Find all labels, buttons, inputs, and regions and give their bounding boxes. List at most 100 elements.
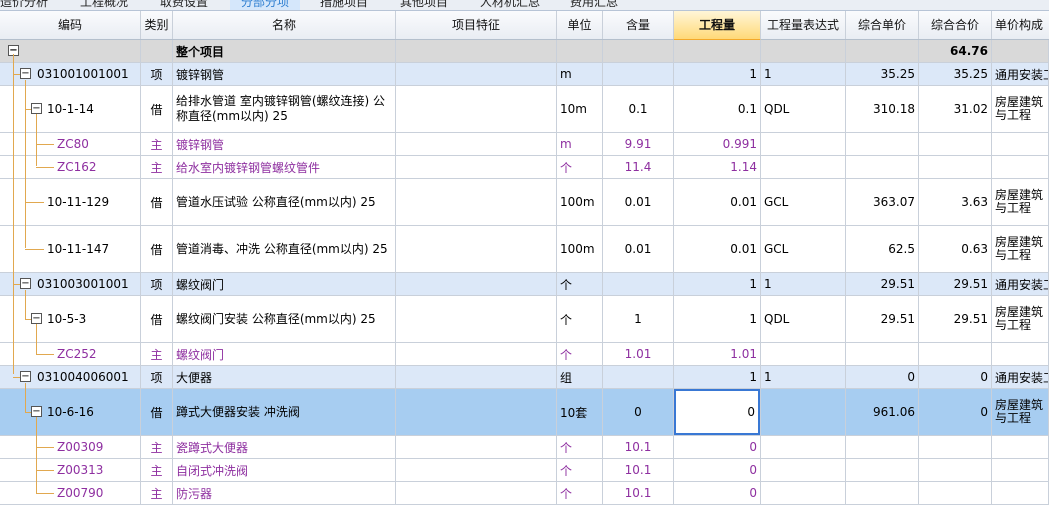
row-quantity[interactable]: 1.14 xyxy=(674,156,761,178)
row-quantity[interactable]: 1 xyxy=(674,63,761,85)
tree-line xyxy=(36,470,54,471)
row-quantity[interactable]: 0.01 xyxy=(674,179,761,225)
table-row[interactable]: 10-5-3 − 借 螺纹阀门安装 公称直径(mm以内) 25 个 1 1 QD… xyxy=(0,296,1049,343)
row-code: Z00309 xyxy=(0,436,141,458)
tab-fee-summary[interactable]: 费用汇总 xyxy=(570,0,630,10)
table-row[interactable]: Z00309 主 瓷蹲式大便器 个 10.1 0 xyxy=(0,436,1049,459)
table-row[interactable]: 10-11-147 借 管道消毒、冲洗 公称直径(mm以内) 25 100m 0… xyxy=(0,226,1049,273)
row-quantity[interactable]: 1 xyxy=(674,273,761,295)
col-unit-price[interactable]: 综合单价 xyxy=(846,11,919,39)
collapse-icon[interactable]: − xyxy=(31,406,42,417)
tree-line xyxy=(25,412,31,413)
row-quantity[interactable]: 0.1 xyxy=(674,86,761,132)
row-code: Z00790 xyxy=(0,482,141,504)
col-unit[interactable]: 单位 xyxy=(557,11,603,39)
row-quantity-expr[interactable]: QDL xyxy=(761,296,846,342)
row-code: 10-5-3 xyxy=(0,296,141,342)
col-content[interactable]: 含量 xyxy=(603,11,674,39)
collapse-icon[interactable]: − xyxy=(20,68,31,79)
col-quantity[interactable]: 工程量 xyxy=(674,11,761,41)
collapse-icon[interactable]: − xyxy=(20,278,31,289)
collapse-icon[interactable]: − xyxy=(31,313,42,324)
row-content: 10.1 xyxy=(603,459,674,481)
row-quantity[interactable]: 0 xyxy=(674,459,761,481)
table-row[interactable]: ZC252 主 螺纹阀门 个 1.01 1.01 xyxy=(0,343,1049,366)
row-content: 10.1 xyxy=(603,482,674,504)
col-name[interactable]: 名称 xyxy=(173,11,396,39)
row-quantity-expr[interactable]: 1 xyxy=(761,273,846,295)
row-content: 0 xyxy=(603,389,674,435)
table-row[interactable]: 031004006001 − 项 大便器 组 1 1 0 0 通用安装工 xyxy=(0,366,1049,389)
row-quantity[interactable]: 1 xyxy=(674,366,761,388)
tab-cost-analysis[interactable]: 造价分析 xyxy=(0,0,60,10)
tab-project-overview[interactable]: 工程概况 xyxy=(80,0,140,10)
row-type: 主 xyxy=(141,133,173,155)
row-unit: 个 xyxy=(557,343,603,365)
table-row[interactable]: ZC162 主 给水室内镀锌钢管螺纹管件 个 11.4 1.14 xyxy=(0,156,1049,179)
row-type: 主 xyxy=(141,343,173,365)
tab-labor-material-machine[interactable]: 人材机汇总 xyxy=(480,0,550,10)
row-quantity[interactable]: 1 xyxy=(674,296,761,342)
row-quantity[interactable]: 1.01 xyxy=(674,343,761,365)
table-row-selected[interactable]: 10-6-16 − 借 蹲式大便器安装 冲洗阀 10套 0 961.06 0 房… xyxy=(0,389,1049,436)
row-code: 10-6-16 xyxy=(0,389,141,435)
row-total: 0 xyxy=(919,366,992,388)
row-unit: 10m xyxy=(557,86,603,132)
collapse-icon[interactable]: − xyxy=(20,371,31,382)
row-quantity-expr[interactable]: GCL xyxy=(761,226,846,272)
row-name: 镀锌钢管 xyxy=(173,133,396,155)
col-type[interactable]: 类别 xyxy=(141,11,173,39)
table-row[interactable]: Z00313 主 自闭式冲洗阀 个 10.1 0 xyxy=(0,459,1049,482)
col-code[interactable]: 编码 xyxy=(0,11,141,39)
row-quantity[interactable]: 0 xyxy=(674,436,761,458)
row-name: 蹲式大便器安装 冲洗阀 xyxy=(173,389,396,435)
table-row[interactable]: 10-1-14 − 借 给排水管道 室内镀锌钢管(螺纹连接) 公称直径(mm以内… xyxy=(0,86,1049,133)
row-unit-price: 62.5 xyxy=(846,226,919,272)
tab-subitems[interactable]: 分部分项 xyxy=(230,0,300,10)
tree-line xyxy=(25,109,31,110)
row-name: 整个项目 xyxy=(173,40,396,62)
row-unit: m xyxy=(557,63,603,85)
row-name: 镀锌钢管 xyxy=(173,63,396,85)
row-quantity-expr[interactable]: QDL xyxy=(761,86,846,132)
row-quantity-expr[interactable]: GCL xyxy=(761,179,846,225)
row-name: 自闭式冲洗阀 xyxy=(173,459,396,481)
row-unit-price: 29.51 xyxy=(846,296,919,342)
table-row[interactable]: ZC80 主 镀锌钢管 m 9.91 0.991 xyxy=(0,133,1049,156)
row-unit-price: 0 xyxy=(846,366,919,388)
row-content: 0.01 xyxy=(603,226,674,272)
row-composition: 通用安装工 xyxy=(992,366,1049,388)
row-quantity-expr[interactable]: 1 xyxy=(761,366,846,388)
row-quantity[interactable]: 0.991 xyxy=(674,133,761,155)
tree-line xyxy=(25,319,31,320)
table-row[interactable]: 031003001001 − 项 螺纹阀门 个 1 1 29.51 29.51 … xyxy=(0,273,1049,296)
row-type: 主 xyxy=(141,436,173,458)
col-quantity-expr[interactable]: 工程量表达式 xyxy=(761,11,846,39)
table-row[interactable]: 031001001001 − 项 镀锌钢管 m 1 1 35.25 35.25 … xyxy=(0,63,1049,86)
row-type: 项 xyxy=(141,366,173,388)
row-type: 项 xyxy=(141,273,173,295)
row-name: 螺纹阀门 xyxy=(173,343,396,365)
tab-measures[interactable]: 措施项目 xyxy=(320,0,380,10)
tab-other-items[interactable]: 其他项目 xyxy=(400,0,460,10)
col-feature[interactable]: 项目特征 xyxy=(396,11,557,39)
row-unit: 100m xyxy=(557,226,603,272)
table-row[interactable]: Z00790 主 防污器 个 10.1 0 xyxy=(0,482,1049,505)
collapse-icon[interactable]: − xyxy=(31,103,42,114)
tree-line xyxy=(36,354,54,355)
col-total-price[interactable]: 综合合价 xyxy=(919,11,992,39)
tab-strip: 造价分析 工程概况 取费设置 分部分项 措施项目 其他项目 人材机汇总 费用汇总 xyxy=(0,0,1049,11)
row-total: 0.63 xyxy=(919,226,992,272)
tree-line xyxy=(25,383,26,413)
row-content xyxy=(603,63,674,85)
row-quantity-expr[interactable]: 1 xyxy=(761,63,846,85)
table-row[interactable]: 10-11-129 借 管道水压试验 公称直径(mm以内) 25 100m 0.… xyxy=(0,179,1049,226)
tab-fee-settings[interactable]: 取费设置 xyxy=(160,0,220,10)
row-unit: 100m xyxy=(557,179,603,225)
row-quantity[interactable]: 0.01 xyxy=(674,226,761,272)
quantity-edit-input[interactable]: 0 xyxy=(674,389,760,435)
col-price-composition[interactable]: 单价构成 xyxy=(992,11,1049,39)
row-quantity[interactable]: 0 xyxy=(674,482,761,504)
row-total: 64.76 xyxy=(919,40,992,62)
table-row-total[interactable]: − 整个项目 64.76 xyxy=(0,40,1049,63)
